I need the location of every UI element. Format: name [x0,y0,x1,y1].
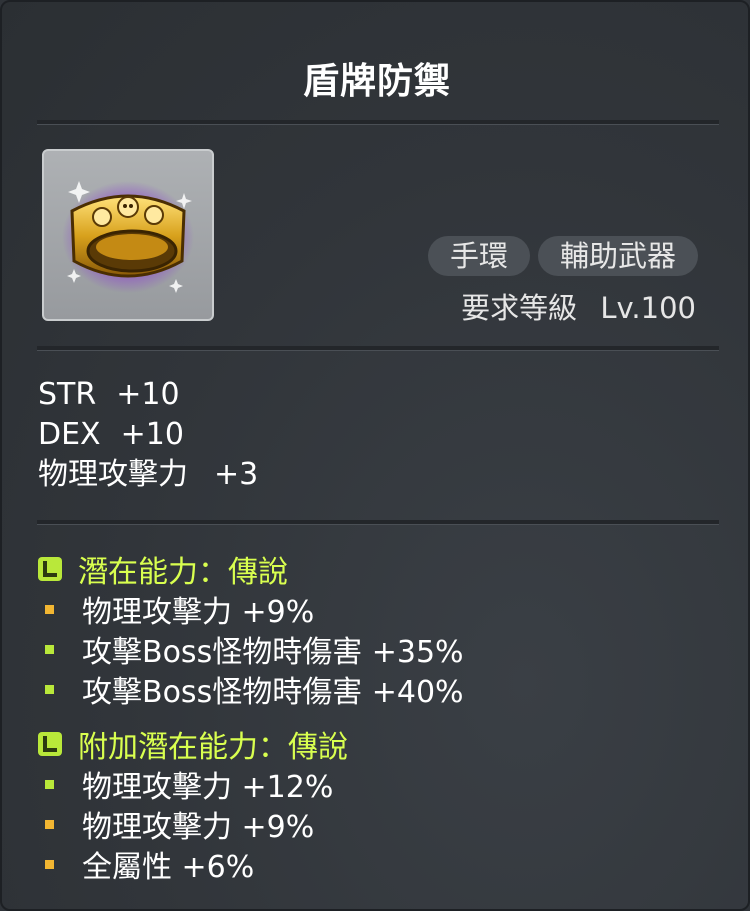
category-badge: 手環 [427,236,530,276]
divider [37,520,719,525]
divider [37,120,719,125]
stat-line: STR +10 [38,375,258,415]
bullet-icon [45,819,54,829]
potential-line: 攻擊Boss怪物時傷害 +40% [38,669,464,710]
stat-name: 物理攻擊力 [38,457,188,492]
required-level-label: 要求等級 [461,291,578,325]
stat-value: +10 [120,417,184,452]
divider [37,346,719,351]
golden-skull-bracelet-icon [62,181,194,293]
bullet-icon [45,779,54,789]
stat-line: DEX +10 [38,415,258,455]
potential-title: 潛在能力：傳說 [78,555,288,590]
potential-line-text: 物理攻擊力 +9% [82,595,315,630]
potential-line-text: 全屬性 +6% [82,850,255,885]
potential-line-text: 攻擊Boss怪物時傷害 +35% [82,635,464,670]
item-categories: 手環 輔助武器 [427,236,698,276]
item-tooltip: 盾牌防禦 手環 輔助武器 要求等級 Lv.100 STR +10 DEX +10… [0,0,750,911]
stat-value: +10 [116,377,180,412]
stat-name: STR [38,377,97,412]
bullet-icon [45,859,54,869]
potential-line: 全屬性 +6% [38,844,348,885]
additional-potential-section: 附加潛在能力：傳說 物理攻擊力 +12% 物理攻擊力 +9% 全屬性 +6% [38,724,348,885]
additional-potential-header: 附加潛在能力：傳說 [38,724,348,765]
bullet-icon [45,604,54,614]
potential-line: 物理攻擊力 +9% [38,589,464,630]
potential-section: 潛在能力：傳說 物理攻擊力 +9% 攻擊Boss怪物時傷害 +35% 攻擊Bos… [38,549,464,710]
base-stats: STR +10 DEX +10 物理攻擊力 +3 [38,375,258,495]
item-icon-frame [42,149,214,321]
potential-line: 物理攻擊力 +12% [38,764,348,805]
bullet-icon [45,644,54,654]
legendary-grade-icon [38,732,62,756]
item-name: 盾牌防禦 [302,61,451,102]
bullet-icon [45,684,54,694]
stat-line: 物理攻擊力 +3 [38,455,258,495]
stat-value: +3 [214,457,259,492]
potential-header: 潛在能力：傳說 [38,549,464,590]
potential-line: 攻擊Boss怪物時傷害 +35% [38,629,464,670]
potential-line: 物理攻擊力 +9% [38,804,348,845]
required-level-value: Lv.100 [600,291,696,325]
additional-potential-title: 附加潛在能力：傳說 [78,730,348,765]
potential-line-text: 攻擊Boss怪物時傷害 +40% [82,675,464,710]
legendary-grade-icon [38,557,62,581]
category-badge: 輔助武器 [537,236,698,276]
stat-name: DEX [38,417,101,452]
potential-line-text: 物理攻擊力 +12% [82,770,334,805]
required-level: 要求等級 Lv.100 [461,285,696,327]
potential-line-text: 物理攻擊力 +9% [82,810,315,845]
